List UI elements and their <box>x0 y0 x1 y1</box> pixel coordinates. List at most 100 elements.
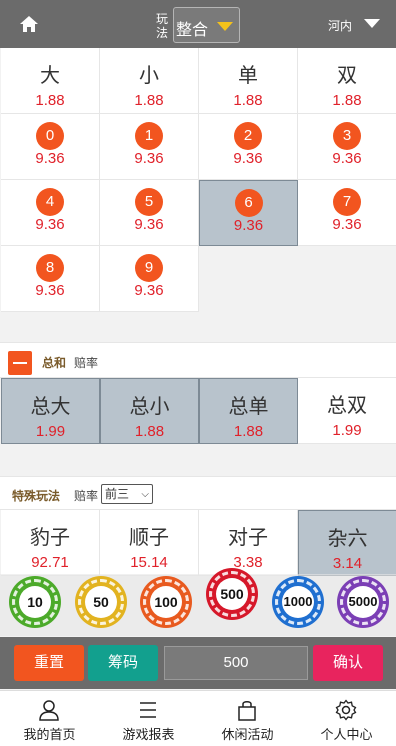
region-select[interactable]: 河内 <box>328 17 352 34</box>
chip-100[interactable]: 100 <box>140 576 192 628</box>
number-cell-7[interactable]: 7 9.36 <box>298 180 396 246</box>
bet-name: 总大 <box>30 396 71 418</box>
chip-label: 500 <box>216 578 248 610</box>
bet-odds: 9.36 <box>332 150 362 167</box>
chip-label: 5000 <box>347 586 379 618</box>
chip-label: 50 <box>85 586 117 618</box>
number-ball: 0 <box>36 122 64 150</box>
sum-section-header: 总和 赔率 <box>0 342 396 378</box>
nav-item-activity[interactable]: 休闲活动 <box>198 691 297 746</box>
number-cell-8[interactable]: 8 9.36 <box>1 246 100 312</box>
bet-odds: 9.36 <box>35 216 65 233</box>
nav-label: 我的首页 <box>23 727 76 742</box>
nav-item-report[interactable]: 游戏报表 <box>99 691 198 746</box>
play-select[interactable]: 整合 <box>173 7 240 43</box>
chip-10[interactable]: 10 <box>9 576 61 628</box>
sum-cell-odd[interactable]: 总单 1.88 <box>199 378 298 444</box>
special-cell-mixed[interactable]: 杂六 3.14 <box>298 510 396 576</box>
number-cell-6[interactable]: 6 9.36 <box>199 180 298 246</box>
bet-name: 总单 <box>228 396 269 418</box>
number-ball: 4 <box>36 188 64 216</box>
chip-1000[interactable]: 1000 <box>272 576 324 628</box>
bet-odds: 3.14 <box>332 555 363 572</box>
empty-space <box>199 246 396 312</box>
list-icon <box>140 702 156 718</box>
number-cell-3[interactable]: 3 9.36 <box>298 114 396 180</box>
chip-label: 10 <box>19 586 51 618</box>
number-cell-5[interactable]: 5 9.36 <box>100 180 199 246</box>
bet-name: 总小 <box>129 396 170 418</box>
collapse-icon[interactable] <box>8 351 32 375</box>
nav-label: 休闲活动 <box>221 727 274 742</box>
number-ball: 5 <box>135 188 163 216</box>
sum-cell-even[interactable]: 总双 1.99 <box>298 378 396 444</box>
number-ball: 7 <box>333 188 361 216</box>
number-cell-4[interactable]: 4 9.36 <box>1 180 100 246</box>
number-cell-9[interactable]: 9 9.36 <box>100 246 199 312</box>
bet-cell-even[interactable]: 双 1.88 <box>298 48 396 114</box>
confirm-button[interactable]: 确认 <box>313 645 383 681</box>
bet-name: 豹子 <box>30 527 70 549</box>
bet-cell-big[interactable]: 大 1.88 <box>1 48 100 114</box>
nav-item-home[interactable]: 我的首页 <box>0 691 99 746</box>
chips-button[interactable]: 筹码 <box>88 645 158 681</box>
bet-odds: 1.88 <box>134 92 164 109</box>
chip-5000[interactable]: 5000 <box>337 576 389 628</box>
home-icon[interactable] <box>18 14 40 34</box>
section-subtitle: 赔率 <box>74 489 99 503</box>
bet-odds: 9.36 <box>134 216 164 233</box>
bet-name: 对子 <box>228 527 268 549</box>
chip-500[interactable]: 500 <box>206 568 258 620</box>
user-icon <box>39 700 59 721</box>
bet-name: 单 <box>238 65 258 87</box>
bet-name: 总双 <box>327 395 367 417</box>
play-select-value: 整合 <box>176 22 209 39</box>
bet-odds: 15.14 <box>130 554 168 571</box>
bet-odds: 9.36 <box>134 150 164 167</box>
bag-icon <box>238 701 256 721</box>
bet-cell-odd[interactable]: 单 1.88 <box>199 48 298 114</box>
number-ball: 6 <box>234 189 263 217</box>
amount-input[interactable]: 500 <box>164 646 308 680</box>
section-title: 总和 <box>42 356 67 370</box>
reset-button[interactable]: 重置 <box>14 645 84 681</box>
bet-cell-small[interactable]: 小 1.88 <box>100 48 199 114</box>
sum-cell-small[interactable]: 总小 1.88 <box>100 378 199 444</box>
period-select[interactable]: 前三 ⌵ <box>101 484 153 504</box>
number-ball: 3 <box>333 122 361 150</box>
number-ball: 2 <box>234 122 262 150</box>
bet-odds: 1.99 <box>35 423 66 440</box>
bet-odds: 9.36 <box>332 216 362 233</box>
nav-label: 个人中心 <box>320 727 373 742</box>
bet-odds: 1.88 <box>134 423 165 440</box>
number-cell-0[interactable]: 0 9.36 <box>1 114 100 180</box>
number-cell-1[interactable]: 1 9.36 <box>100 114 199 180</box>
bet-odds: 1.88 <box>233 92 263 109</box>
section-subtitle: 赔率 <box>74 356 99 370</box>
bet-odds: 1.88 <box>332 92 362 109</box>
special-cell-leopard[interactable]: 豹子 92.71 <box>1 510 100 576</box>
sum-cell-big[interactable]: 总大 1.99 <box>1 378 100 444</box>
number-ball: 9 <box>135 254 163 282</box>
number-ball: 1 <box>135 122 163 150</box>
bet-name: 小 <box>139 65 159 87</box>
section-title: 特殊玩法 <box>12 489 61 503</box>
chip-50[interactable]: 50 <box>75 576 127 628</box>
nav-item-profile[interactable]: 个人中心 <box>297 691 396 746</box>
bottom-nav: 我的首页 游戏报表 休闲活动 个人中心 <box>0 690 396 746</box>
bet-odds: 9.36 <box>35 150 65 167</box>
special-cell-pair[interactable]: 对子 3.38 <box>199 510 298 576</box>
action-bar: 重置 筹码 500 确认 <box>0 637 396 689</box>
chip-label: 100 <box>150 586 182 618</box>
number-cell-2[interactable]: 2 9.36 <box>199 114 298 180</box>
chevron-down-icon[interactable] <box>364 19 380 28</box>
bet-odds: 1.88 <box>233 423 264 440</box>
chevron-down-icon: ⌵ <box>141 489 149 500</box>
bet-odds: 9.36 <box>233 150 263 167</box>
special-cell-straight[interactable]: 顺子 15.14 <box>100 510 199 576</box>
bet-name: 大 <box>40 65 60 87</box>
bet-odds: 9.36 <box>134 282 164 299</box>
bet-name: 顺子 <box>129 527 169 549</box>
number-ball: 8 <box>36 254 64 282</box>
chip-label: 1000 <box>282 586 314 618</box>
